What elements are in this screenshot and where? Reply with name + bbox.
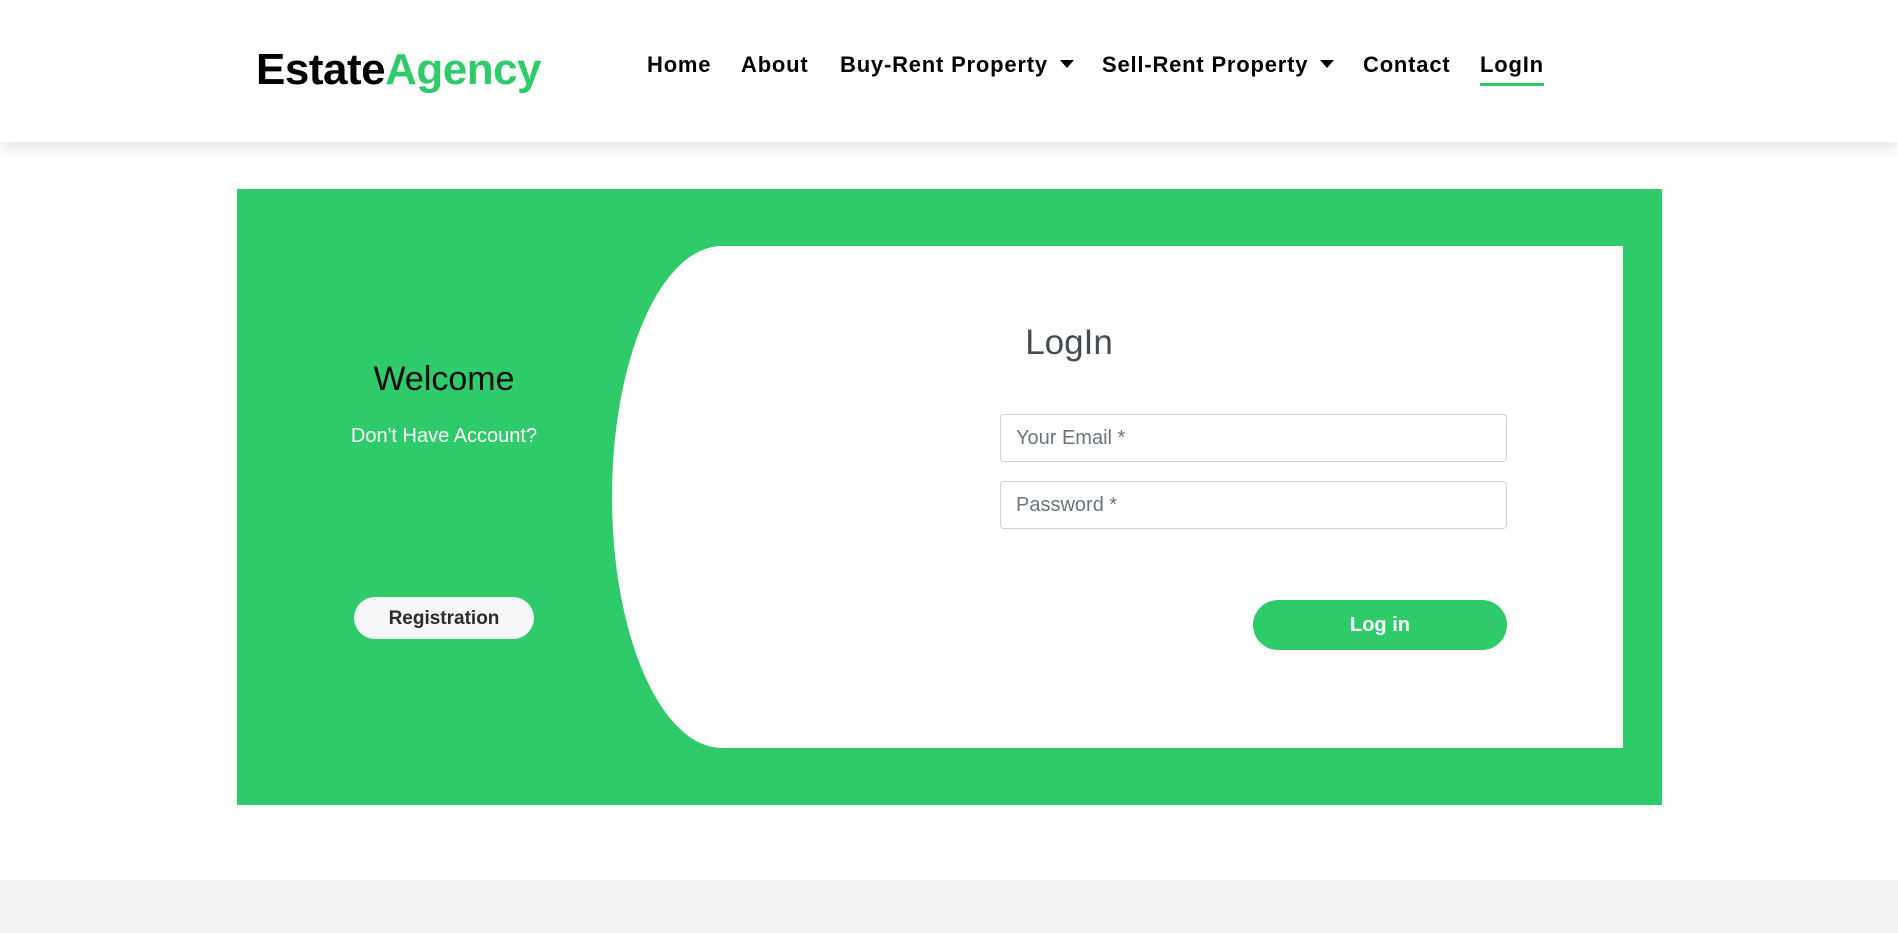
nav-item-label: Home (647, 52, 712, 77)
nav-item-about[interactable]: About (741, 50, 809, 80)
site-header: EstateAgency Home About Buy-Rent Propert… (0, 0, 1898, 142)
active-underline (1480, 83, 1544, 86)
logo-text-agency: Agency (385, 45, 542, 94)
no-account-text: Don't Have Account? (350, 425, 538, 447)
nav-item-label: About (741, 52, 809, 77)
nav-item-sell-rent-property[interactable]: Sell-Rent Property (1102, 50, 1335, 80)
site-logo[interactable]: EstateAgency (256, 44, 542, 96)
nav-item-label: Sell-Rent Property (1102, 52, 1309, 77)
password-field[interactable] (1000, 481, 1507, 529)
login-title: LogIn (1025, 323, 1113, 362)
login-card: LogIn Log in (612, 246, 1623, 748)
nav-item-login[interactable]: LogIn (1480, 50, 1544, 86)
nav-item-label: Contact (1363, 52, 1451, 77)
nav-item-buy-rent-property[interactable]: Buy-Rent Property (840, 50, 1074, 80)
login-panel: Welcome Don't Have Account? Registration… (237, 189, 1662, 805)
login-button[interactable]: Log in (1253, 600, 1507, 650)
caret-down-icon (1059, 60, 1074, 68)
footer-strip (0, 880, 1898, 933)
registration-button[interactable]: Registration (354, 597, 534, 639)
nav-item-home[interactable]: Home (647, 50, 711, 80)
logo-text-estate: Estate (256, 45, 386, 94)
welcome-title: Welcome (373, 360, 515, 398)
nav-item-contact[interactable]: Contact (1363, 50, 1451, 80)
email-field[interactable] (1000, 414, 1507, 462)
nav-item-label: Buy-Rent Property (840, 52, 1048, 77)
caret-down-icon (1320, 60, 1335, 68)
nav-item-label: LogIn (1480, 52, 1544, 77)
